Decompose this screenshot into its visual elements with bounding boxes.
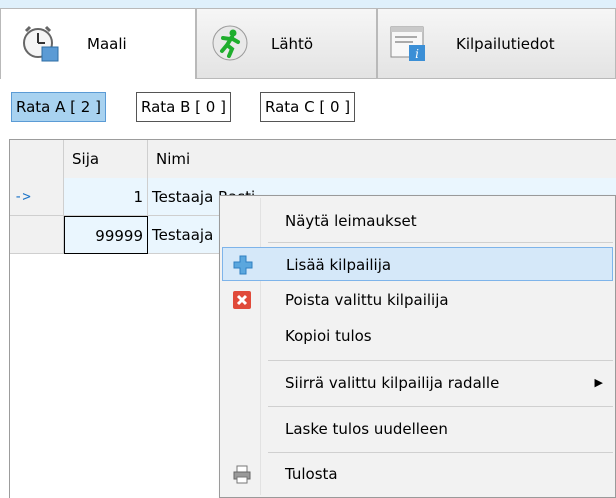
submenu-arrow-icon: ▶: [594, 376, 603, 389]
header-sija[interactable]: Sija: [64, 140, 148, 178]
tab-maali[interactable]: Maali: [0, 8, 196, 79]
menu-item-kopioi-tulos[interactable]: Kopioi tulos: [222, 319, 613, 353]
sija-cell[interactable]: 99999: [64, 216, 148, 254]
stopwatch-icon: [23, 25, 59, 62]
tab-lahto-label: Lähtö: [271, 35, 314, 53]
menu-item-laske-tulos[interactable]: Laske tulos uudelleen: [222, 412, 613, 446]
header-nimi[interactable]: Nimi: [148, 140, 616, 178]
tab-kilpailutiedot-label: Kilpailutiedot: [456, 35, 555, 53]
menu-item-poista-kilpailija[interactable]: Poista valittu kilpailija: [222, 283, 613, 317]
menu-item-label: Poista valittu kilpailija: [285, 291, 449, 309]
menu-item-label: Siirrä valittu kilpailija radalle: [285, 374, 500, 392]
context-menu: Näytä leimaukset Lisää kilpailija Poista…: [219, 195, 616, 498]
title-strip: [0, 0, 616, 8]
rata-c-button[interactable]: Rata C [ 0 ]: [260, 92, 356, 122]
row-indicator: ->: [10, 178, 64, 216]
menu-item-label: Näytä leimaukset: [285, 212, 417, 230]
menu-item-label: Lisää kilpailija: [286, 256, 392, 274]
menu-item-tulosta[interactable]: Tulosta: [222, 457, 613, 491]
menu-item-siirra-radalle[interactable]: Siirrä valittu kilpailija radalle ▶: [222, 366, 613, 400]
svg-text:i: i: [415, 47, 419, 61]
menu-item-label: Laske tulos uudelleen: [285, 420, 448, 438]
info-window-icon: i: [390, 26, 425, 61]
menu-separator: [268, 360, 613, 361]
menu-separator: [268, 406, 613, 407]
grid-header: Sija Nimi: [10, 140, 616, 179]
tab-kilpailutiedot[interactable]: i Kilpailutiedot: [377, 8, 616, 78]
menu-item-nayta-leimaukset[interactable]: Näytä leimaukset: [222, 204, 613, 238]
tab-maali-label: Maali: [87, 35, 127, 53]
menu-item-lisaa-kilpailija[interactable]: Lisää kilpailija: [222, 247, 613, 281]
rata-a-button[interactable]: Rata A [ 2 ]: [11, 92, 106, 122]
sija-cell[interactable]: 1: [64, 178, 148, 216]
tab-lahto[interactable]: Lähtö: [196, 8, 377, 78]
plus-icon: [233, 255, 253, 275]
running-man-icon: [212, 25, 248, 61]
delete-x-icon: [233, 291, 251, 309]
menu-separator: [268, 452, 613, 453]
rata-b-button[interactable]: Rata B [ 0 ]: [136, 92, 231, 122]
tab-bar: Maali Lähtö i Kilpailutiedot: [0, 8, 616, 79]
printer-icon: [233, 465, 251, 484]
menu-item-label: Tulosta: [285, 465, 338, 483]
row-indicator: [10, 216, 64, 254]
menu-item-label: Kopioi tulos: [285, 327, 372, 345]
header-corner: [10, 140, 64, 178]
menu-separator: [268, 242, 613, 243]
